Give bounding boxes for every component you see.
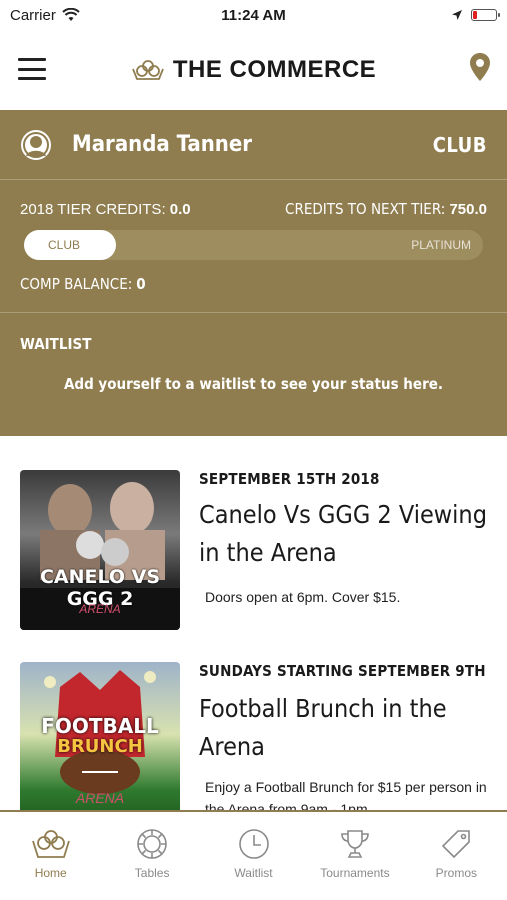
menu-icon[interactable] — [18, 58, 46, 80]
waitlist-title: WAITLIST — [20, 335, 92, 353]
account-panel: Maranda Tanner CLUB 2018 TIER CREDITS: 0… — [0, 110, 507, 436]
credits-row: 2018 TIER CREDITS: 0.0 CREDITS TO NEXT T… — [0, 194, 507, 224]
status-left: Carrier — [10, 7, 80, 24]
tier-progress-bar: CLUB PLATINUM — [24, 230, 483, 260]
event-description: Doors open at 6pm. Cover $15. — [205, 589, 401, 605]
tier-credits-label: 2018 TIER CREDITS: — [20, 200, 166, 218]
progress-start-label: CLUB — [48, 238, 81, 252]
next-tier-value: 750.0 — [449, 201, 487, 218]
poker-chip-icon — [137, 829, 167, 859]
tab-label: Tables — [134, 866, 170, 880]
progress-end-label: PLATINUM — [411, 238, 471, 252]
tier-credits: 2018 TIER CREDITS: 0.0 — [20, 201, 191, 218]
event-image-subtext: ARENA — [75, 790, 125, 806]
event-title: Canelo Vs GGG 2 Viewing in the Arena — [199, 500, 487, 567]
tier-badge: CLUB — [432, 132, 487, 157]
trophy-icon — [341, 830, 369, 858]
event-description: Enjoy a Football Brunch for $15 per pers… — [205, 779, 487, 810]
crown-logo-icon — [131, 60, 164, 80]
event-card[interactable]: CANELO VS GGG 2 ARENA SEPTEMBER 15TH 201… — [20, 470, 490, 630]
comp-balance: COMP BALANCE: 0 — [0, 272, 507, 296]
event-image-text: FOOTBALL — [41, 714, 159, 738]
tab-label: Tournaments — [320, 866, 390, 880]
user-name: Maranda Tanner — [72, 132, 253, 157]
brand-logo: THE COMMERCE — [131, 56, 376, 84]
app-header: THE COMMERCE — [0, 30, 507, 110]
tag-icon — [442, 830, 471, 859]
tab-home[interactable]: Home — [0, 812, 101, 900]
event-date: SUNDAYS STARTING SEPTEMBER 9TH — [199, 662, 486, 680]
user-avatar-icon — [21, 129, 51, 160]
tab-waitlist[interactable]: Waitlist — [203, 812, 304, 900]
carrier-label: Carrier — [10, 6, 56, 24]
event-title: Football Brunch in the Arena — [199, 694, 447, 761]
tab-label: Home — [34, 866, 67, 880]
status-bar: Carrier 11:24 AM — [0, 0, 507, 30]
tab-label: Promos — [435, 866, 477, 880]
battery-icon — [471, 9, 500, 21]
status-right — [451, 9, 500, 21]
tab-promos[interactable]: Promos — [406, 812, 507, 900]
progress-fill: CLUB — [24, 230, 116, 260]
brand-name: THE COMMERCE — [172, 56, 377, 83]
event-image-text2: BRUNCH — [57, 736, 143, 757]
wifi-icon — [62, 8, 80, 21]
tab-tournaments[interactable]: Tournaments — [304, 812, 405, 900]
event-date: SEPTEMBER 15TH 2018 — [199, 470, 380, 488]
tab-tables[interactable]: Tables — [101, 812, 202, 900]
waitlist-message: Add yourself to a waitlist to see your s… — [63, 375, 444, 393]
location-arrow-icon — [452, 10, 462, 20]
tier-credits-value: 0.0 — [169, 200, 191, 218]
event-image-football: FOOTBALL BRUNCH ARENA — [20, 662, 180, 810]
map-pin-icon[interactable] — [469, 52, 491, 87]
event-body: SEPTEMBER 15TH 2018 Canelo Vs GGG 2 View… — [199, 470, 490, 630]
comp-value: 0 — [136, 275, 146, 293]
comp-label: COMP BALANCE: — [20, 275, 133, 293]
event-card[interactable]: FOOTBALL BRUNCH ARENA SUNDAYS STARTING S… — [20, 662, 490, 810]
event-body: SUNDAYS STARTING SEPTEMBER 9TH Football … — [199, 662, 490, 810]
event-image-subtext: ARENA — [79, 602, 121, 616]
divider — [0, 312, 507, 313]
crown-icon — [31, 830, 70, 858]
next-tier-label: CREDITS TO NEXT TIER: — [285, 200, 446, 218]
bottom-tab-bar: Home Tables Waitlist Tournaments Promos — [0, 810, 507, 900]
profile-row[interactable]: Maranda Tanner CLUB — [0, 110, 507, 180]
event-image-canelo: CANELO VS GGG 2 ARENA — [20, 470, 180, 630]
clock-icon — [238, 829, 269, 859]
next-tier-credits: CREDITS TO NEXT TIER: 750.0 — [285, 200, 487, 218]
tab-label: Waitlist — [234, 866, 273, 880]
